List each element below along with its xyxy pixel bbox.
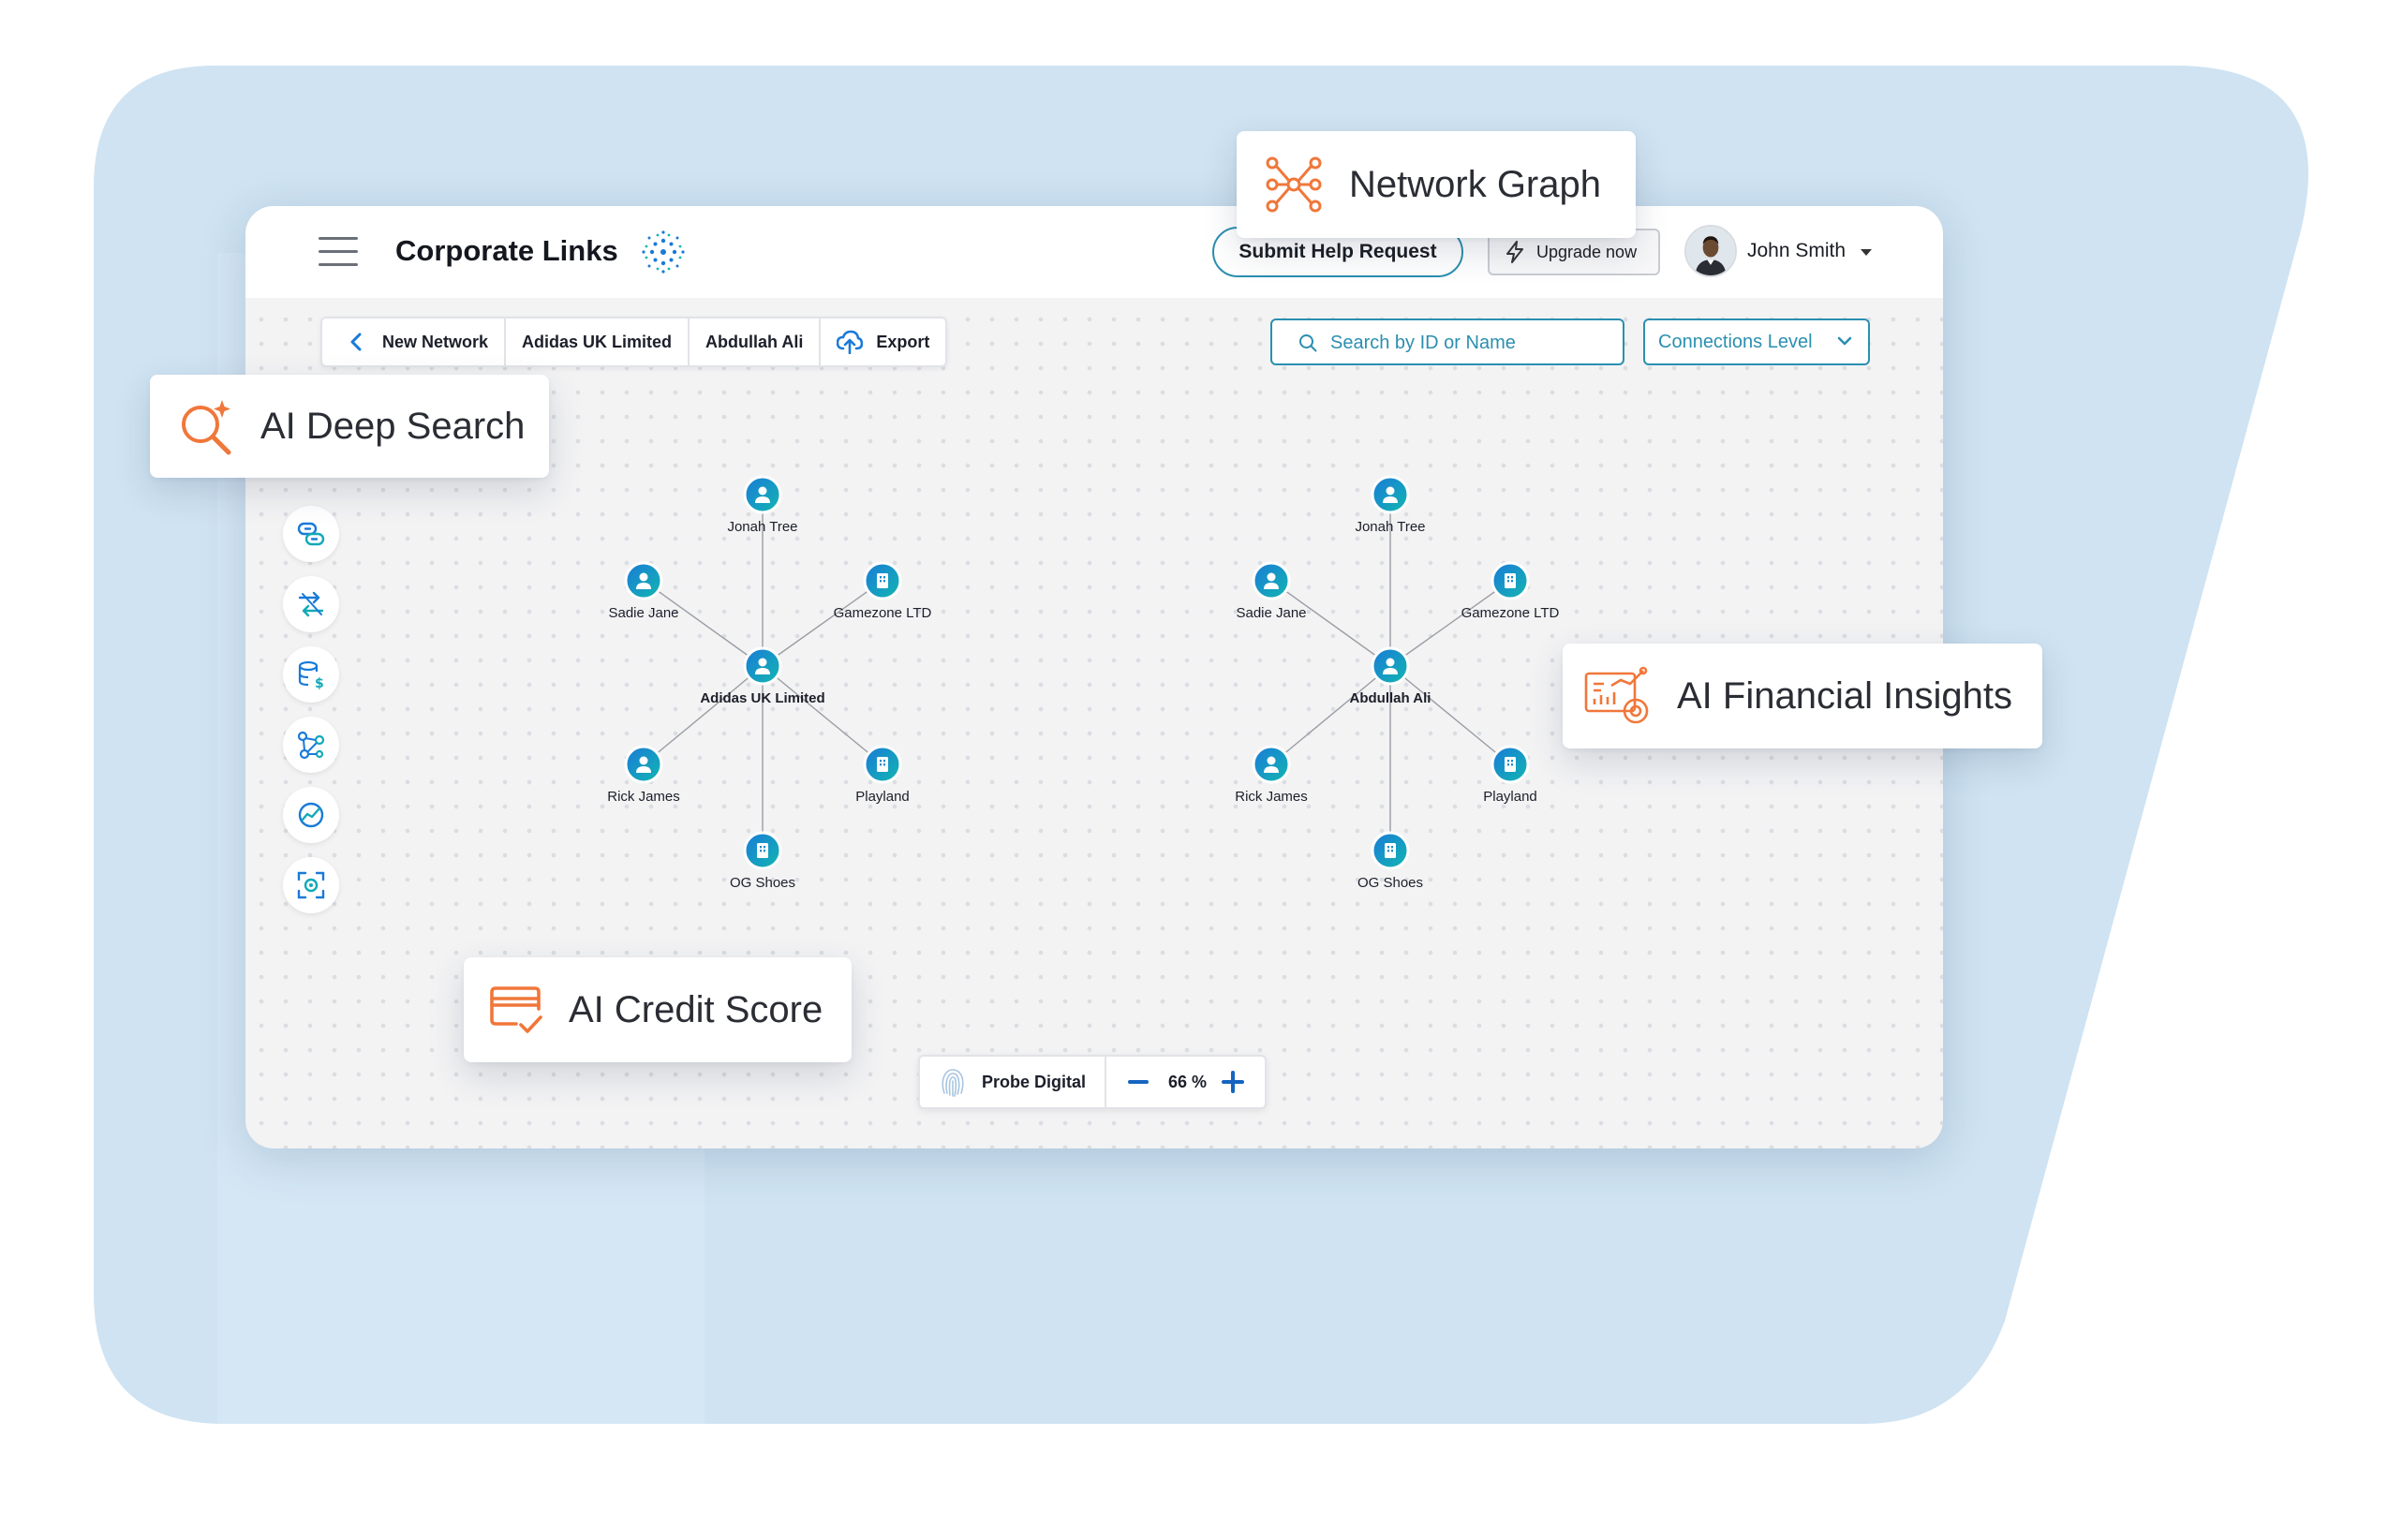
graph-node-playland[interactable] [1491, 745, 1530, 784]
graph-node-rick-james[interactable] [624, 745, 663, 784]
graph-edge [643, 580, 764, 667]
center-node-abdullah-ali[interactable] [1371, 646, 1410, 686]
ai-search-sparkle-icon [182, 400, 231, 455]
graph-node-jonah-tree[interactable] [743, 475, 782, 514]
graph-node-rick-james[interactable] [1252, 745, 1291, 784]
center-node-label-adidas-uk-limited: Adidas UK Limited [700, 690, 825, 706]
graph-edge [762, 665, 883, 765]
node-label-sadie-jane: Sadie Jane [1236, 605, 1307, 621]
graph-edge [1270, 665, 1391, 765]
node-label-og-shoes: OG Shoes [729, 875, 796, 891]
graph-node-sadie-jane[interactable] [624, 561, 663, 600]
building-icon [877, 573, 888, 588]
ai-financial-insights-card-label: AI Financial Insights [1677, 674, 2012, 717]
graph-node-gamezone-ltd[interactable] [1491, 561, 1530, 600]
bottom-control-bar: Probe Digital 66 % [918, 1055, 1268, 1109]
graph-node-og-shoes[interactable] [743, 831, 782, 870]
ai-deep-search-card-label: AI Deep Search [260, 405, 526, 447]
person-icon [758, 486, 767, 496]
graph-edge [1389, 665, 1511, 765]
zoom-in-button[interactable] [1218, 1067, 1248, 1097]
node-label-jonah-tree: Jonah Tree [727, 519, 798, 535]
graph-node-og-shoes[interactable] [1371, 831, 1410, 870]
zoom-out-button[interactable] [1123, 1067, 1153, 1097]
person-icon [1267, 756, 1276, 765]
building-icon [1505, 573, 1516, 588]
financial-chart-icon [1584, 666, 1649, 724]
graph-edge [1389, 580, 1511, 667]
building-icon [1385, 843, 1396, 858]
building-icon [877, 757, 888, 772]
person-icon [758, 658, 767, 667]
credit-card-check-icon [490, 986, 542, 1033]
graph-edge [762, 580, 883, 667]
node-label-sadie-jane: Sadie Jane [608, 605, 679, 621]
node-label-gamezone-ltd: Gamezone LTD [1461, 605, 1560, 621]
graph-node-gamezone-ltd[interactable] [863, 561, 902, 600]
graph-node-jonah-tree[interactable] [1371, 475, 1410, 514]
network-graph-icon [1266, 156, 1322, 213]
node-label-gamezone-ltd: Gamezone LTD [833, 605, 932, 621]
node-label-rick-james: Rick James [1235, 789, 1308, 805]
ai-credit-score-feature-card: AI Credit Score [464, 957, 852, 1062]
person-icon [639, 572, 648, 582]
building-icon [1505, 757, 1516, 772]
graph-node-sadie-jane[interactable] [1252, 561, 1291, 600]
person-icon [1267, 572, 1276, 582]
network-graph-card-label: Network Graph [1349, 163, 1601, 205]
node-label-playland: Playland [855, 789, 910, 805]
node-label-rick-james: Rick James [607, 789, 680, 805]
graph-edge [1270, 580, 1391, 667]
ai-credit-score-card-label: AI Credit Score [569, 988, 823, 1030]
person-icon [1386, 658, 1395, 667]
ai-financial-insights-feature-card: AI Financial Insights [1563, 644, 2042, 748]
network-graph-feature-card: Network Graph [1237, 131, 1636, 238]
center-node-label-abdullah-ali: Abdullah Ali [1349, 690, 1431, 706]
person-icon [639, 756, 648, 765]
graph-edge [643, 665, 764, 765]
probe-digital-brand: Probe Digital [920, 1057, 1107, 1107]
zoom-level-value: 66 % [1168, 1072, 1208, 1091]
graph-node-playland[interactable] [863, 745, 902, 784]
node-label-og-shoes: OG Shoes [1357, 875, 1424, 891]
building-icon [757, 843, 768, 858]
probe-digital-label: Probe Digital [982, 1072, 1087, 1091]
ai-deep-search-feature-card: AI Deep Search [150, 375, 549, 478]
fingerprint-logo-icon [942, 1069, 964, 1097]
zoom-control: 66 % [1106, 1057, 1265, 1107]
node-label-playland: Playland [1483, 789, 1537, 805]
center-node-adidas-uk-limited[interactable] [743, 646, 782, 686]
person-icon [1386, 486, 1395, 496]
node-label-jonah-tree: Jonah Tree [1355, 519, 1426, 535]
